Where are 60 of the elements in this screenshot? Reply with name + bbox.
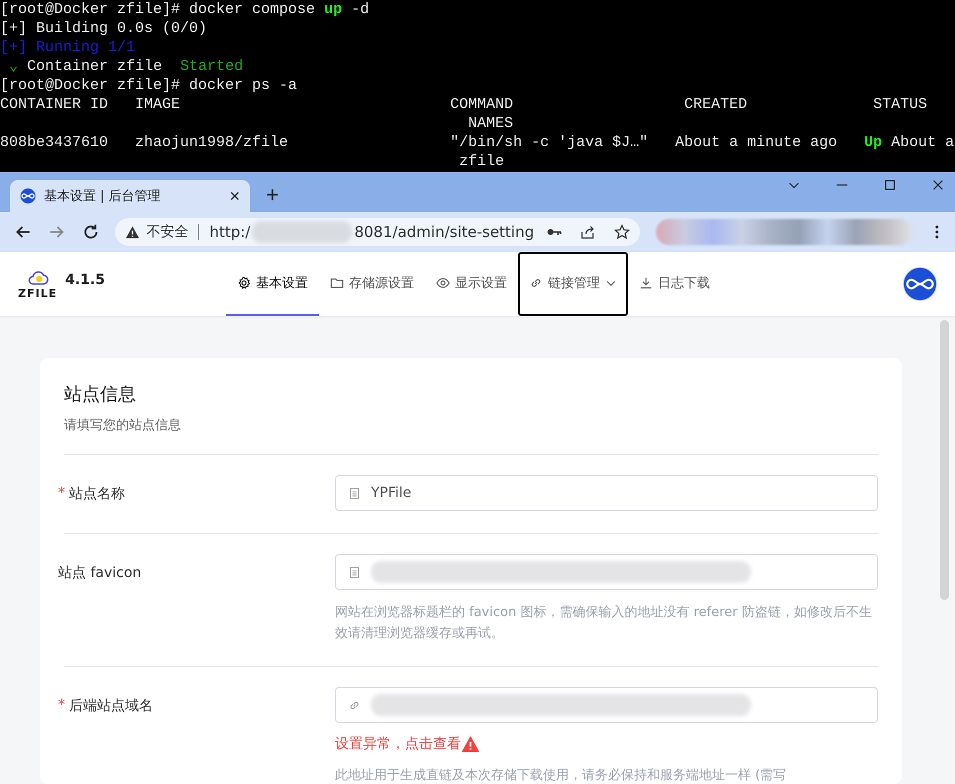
input-field[interactable] xyxy=(335,687,878,723)
nav-tab[interactable]: 基本设置 xyxy=(226,252,319,316)
terminal-text: [+] Building 0.0s (0/0) xyxy=(0,20,208,37)
nav-tab[interactable]: 显示设置 xyxy=(425,252,518,316)
terminal-text: 808be3437610 zhaojun1998/zfile "/bin/sh -c 'java $J…" About a minute ago xyxy=(0,134,838,151)
terminal-text: CONTAINER ID IMAGE COMMAND CREATED STATUS xyxy=(0,96,928,113)
eye-icon xyxy=(436,276,450,290)
download-icon xyxy=(639,276,653,290)
star-icon[interactable] xyxy=(614,224,630,240)
terminal-text: [+] Running 1/1 xyxy=(0,39,136,56)
input-field[interactable] xyxy=(335,554,878,590)
terminal-text: zfile xyxy=(458,153,504,170)
terminal-text: [root@Docker zfile]# docker compose xyxy=(0,1,316,18)
input-field[interactable]: YPFile xyxy=(335,475,878,511)
logo-text: ZFILE xyxy=(18,286,58,300)
help-text: 网站在浏览器标题栏的 favicon 图标，需确保输入的地址没有 referer 防盗链，如修改后不生效请清理浏览器缓存或再试。 xyxy=(335,604,873,643)
terminal-text: up xyxy=(324,1,342,18)
maximize-icon[interactable] xyxy=(883,178,897,192)
required-mark: * xyxy=(58,485,65,501)
terminal-text: ⌄ xyxy=(8,58,20,75)
terminal-text: Started xyxy=(180,58,244,75)
field-label: 后端站点域名 xyxy=(69,697,153,715)
close-icon[interactable] xyxy=(931,178,945,192)
avatar-icon[interactable] xyxy=(903,267,937,301)
error-text[interactable]: 设置异常，点击查看 xyxy=(335,735,461,753)
section-title: 站点信息 xyxy=(64,383,137,406)
field-label: 站点 favicon xyxy=(58,564,142,582)
new-tab-button[interactable]: + xyxy=(262,182,283,208)
terminal-text: Up xyxy=(864,134,882,151)
folder-icon xyxy=(330,276,344,290)
gear-icon xyxy=(237,276,251,290)
terminal-text: NAMES xyxy=(467,115,514,132)
field-label: 站点名称 xyxy=(69,485,125,503)
terminal-text: -d xyxy=(350,1,370,18)
address-bar[interactable]: 不安全 http:/ 8081/admin/site-setting xyxy=(115,218,640,246)
warning-icon xyxy=(125,224,140,240)
input-value: YPFile xyxy=(371,485,412,501)
cloud-logo-icon xyxy=(20,188,36,204)
security-label: 不安全 xyxy=(146,223,188,241)
document-icon xyxy=(348,486,361,500)
scrollbar[interactable] xyxy=(940,320,949,600)
document-icon xyxy=(348,566,361,578)
terminal-text: [root@Docker zfile]# docker ps -a xyxy=(0,77,298,94)
required-mark: * xyxy=(58,697,65,713)
reload-icon[interactable] xyxy=(82,223,100,241)
help-text: 此地址用于生成直链及本次存储下载使用，请务必保持和服务端地址一样 (需写 xyxy=(335,767,788,784)
terminal-text: Container zfile xyxy=(27,58,164,75)
warning-icon xyxy=(462,736,479,752)
terminal-text: About a xyxy=(890,134,954,151)
url-text: http:/ 8081/admin/site-setting xyxy=(209,221,536,243)
close-tab-button[interactable]: × xyxy=(229,186,240,206)
nav-tab[interactable]: 链接管理 xyxy=(518,252,628,316)
nav-tab[interactable]: 存储源设置 xyxy=(319,252,425,316)
link-icon xyxy=(529,276,543,290)
version-label: 4.1.5 xyxy=(65,272,105,288)
section-subtitle: 请填写您的站点信息 xyxy=(64,416,878,455)
tab-title: 基本设置 | 后台管理 xyxy=(44,188,162,205)
share-icon[interactable] xyxy=(580,224,596,240)
nav-tab[interactable]: 日志下载 xyxy=(628,252,721,316)
browser-tab[interactable]: 基本设置 | 后台管理 × xyxy=(10,180,250,212)
